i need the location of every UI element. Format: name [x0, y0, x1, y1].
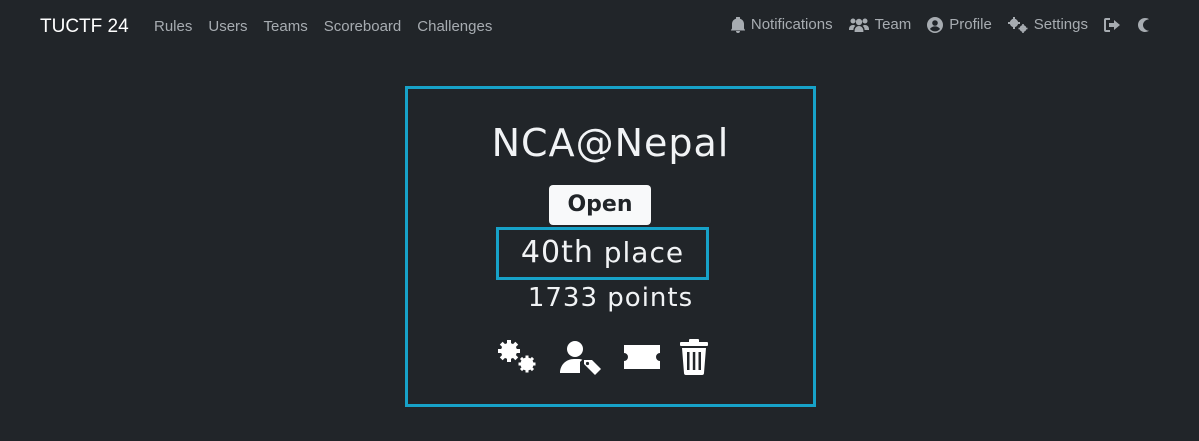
nav-settings-label: Settings: [1033, 16, 1088, 33]
nav-profile-label: Profile: [949, 16, 992, 33]
nav-notifications[interactable]: Notifications: [730, 16, 833, 33]
place-number: 40th: [520, 235, 594, 270]
theme-toggle-button[interactable]: [1137, 17, 1149, 32]
nav-team[interactable]: Team: [848, 16, 912, 33]
nav-notifications-label: Notifications: [750, 16, 833, 33]
nav-profile[interactable]: Profile: [927, 16, 992, 33]
points-suffix: points: [607, 283, 694, 313]
nav-right: Notifications Team Profile Settings: [730, 16, 1149, 33]
team-actions: [496, 339, 708, 380]
team-place: 40th place: [496, 227, 709, 280]
team-points: 1733 points: [408, 283, 813, 313]
nav-users[interactable]: Users: [208, 18, 247, 35]
points-number: 1733: [527, 283, 599, 313]
trash-icon[interactable]: [678, 339, 710, 380]
team-name: NCA@Nepal: [491, 121, 730, 165]
user-tag-icon[interactable]: [560, 339, 604, 380]
nav-team-label: Team: [874, 16, 912, 33]
bell-icon: [730, 16, 745, 33]
user-circle-icon: [927, 16, 944, 33]
nav-left: Rules Users Teams Scoreboard Challenges: [154, 18, 492, 35]
nav-settings[interactable]: Settings: [1007, 16, 1088, 33]
logout-button[interactable]: [1104, 17, 1121, 32]
cogs-icon: [1007, 16, 1028, 33]
moon-icon: [1137, 17, 1149, 32]
nav-rules[interactable]: Rules: [154, 18, 192, 35]
brand-link[interactable]: TUCTF 24: [40, 16, 129, 38]
nav-teams[interactable]: Teams: [264, 18, 308, 35]
sign-out-icon: [1104, 17, 1121, 32]
status-badge: Open: [549, 185, 651, 225]
nav-scoreboard[interactable]: Scoreboard: [324, 18, 402, 35]
settings-cogs-icon[interactable]: [496, 339, 540, 380]
ticket-icon[interactable]: [622, 339, 662, 380]
navbar: TUCTF 24 Rules Users Teams Scoreboard Ch…: [0, 0, 1199, 54]
team-card: NCA@Nepal Open 40th place 1733 points: [405, 86, 816, 407]
users-icon: [848, 17, 869, 33]
place-suffix: place: [603, 236, 685, 269]
nav-challenges[interactable]: Challenges: [417, 18, 492, 35]
